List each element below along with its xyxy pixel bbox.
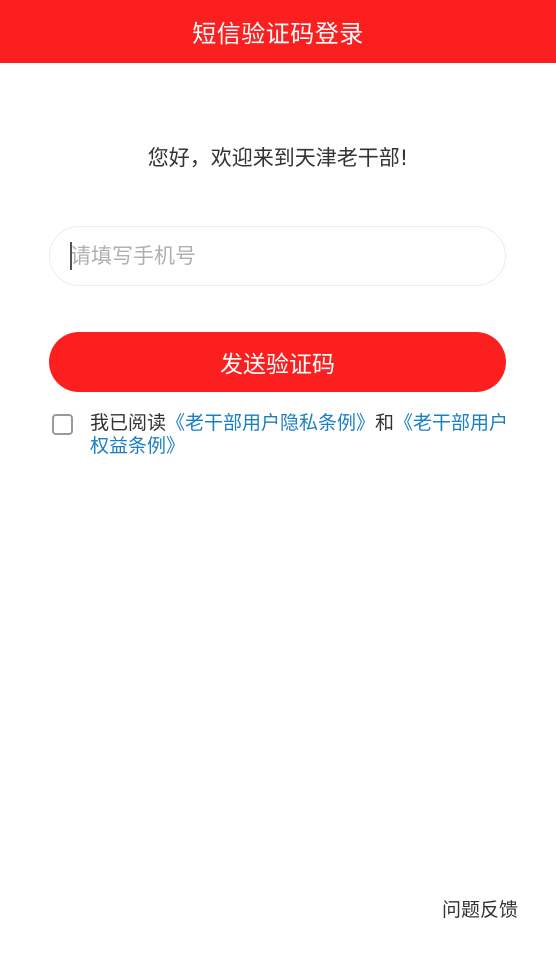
agreement-checkbox[interactable] <box>52 414 73 435</box>
welcome-text: 您好，欢迎来到天津老干部! <box>147 146 409 170</box>
page-title: 短信验证码登录 <box>192 20 364 48</box>
text-cursor <box>70 242 72 270</box>
phone-field[interactable] <box>49 226 506 286</box>
agreement-conjunction: 和 <box>375 412 395 434</box>
privacy-policy-link[interactable]: 《老干部用户隐私条例》 <box>166 412 375 434</box>
send-code-button[interactable]: 发送验证码 <box>49 332 506 392</box>
agreement-prefix: 我已阅读 <box>90 412 167 434</box>
agreement-text: 我已阅读《老干部用户隐私条例》和《老干部用户权益条例》 <box>90 412 510 458</box>
phone-input[interactable] <box>50 227 505 285</box>
app-header: 短信验证码登录 <box>0 0 556 63</box>
feedback-link[interactable]: 问题反馈 <box>442 895 518 922</box>
